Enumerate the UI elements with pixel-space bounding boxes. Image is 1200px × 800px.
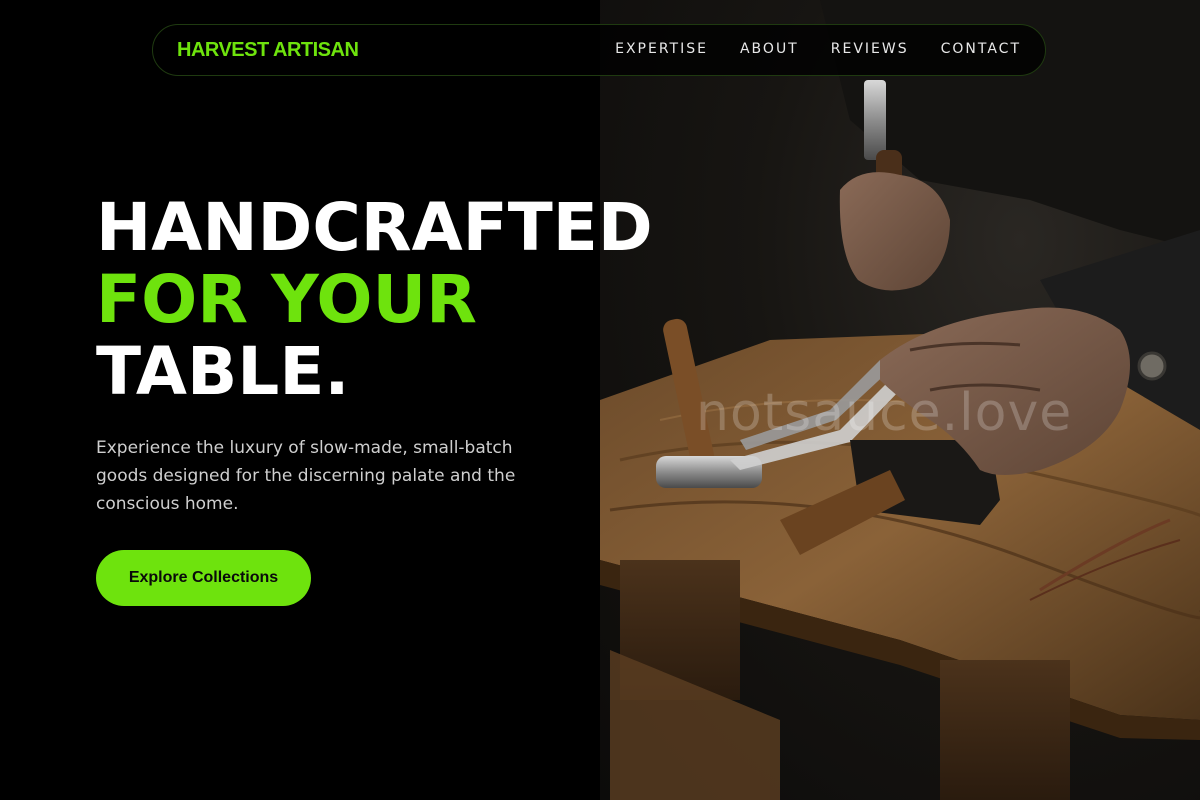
hero-image: notsauce.love [600,0,1200,800]
nav-link-contact[interactable]: CONTACT [941,41,1021,57]
hero-subtitle: Experience the luxury of slow-made, smal… [96,438,516,514]
navbar: HARVEST ARTISAN EXPERTISE ABOUT REVIEWS … [152,24,1046,76]
hammer-head-upper [864,80,886,160]
hero-title-line-1: HANDCRAFTED [96,189,653,266]
watermark-text: notsauce.love [696,383,1073,443]
explore-collections-button[interactable]: Explore Collections [96,550,311,606]
brand-logo[interactable]: HARVEST ARTISAN [177,39,359,62]
hero-title-line-3: TABLE. [96,333,350,410]
hero-section: HANDCRAFTED FOR YOUR TABLE. [96,192,653,408]
hero-title: HANDCRAFTED FOR YOUR TABLE. [96,192,653,408]
page: notsauce.love HARVEST ARTISAN EXPERTISE … [0,0,1200,800]
nav-link-expertise[interactable]: EXPERTISE [615,41,708,57]
jacket-button [1137,351,1167,381]
nav-link-about[interactable]: ABOUT [740,41,799,57]
nav-links: EXPERTISE ABOUT REVIEWS CONTACT [615,41,1021,57]
upper-hand [839,172,950,291]
hero-title-line-2: FOR YOUR [96,261,477,338]
bench-leg [940,660,1070,800]
nav-link-reviews[interactable]: REVIEWS [831,41,909,57]
